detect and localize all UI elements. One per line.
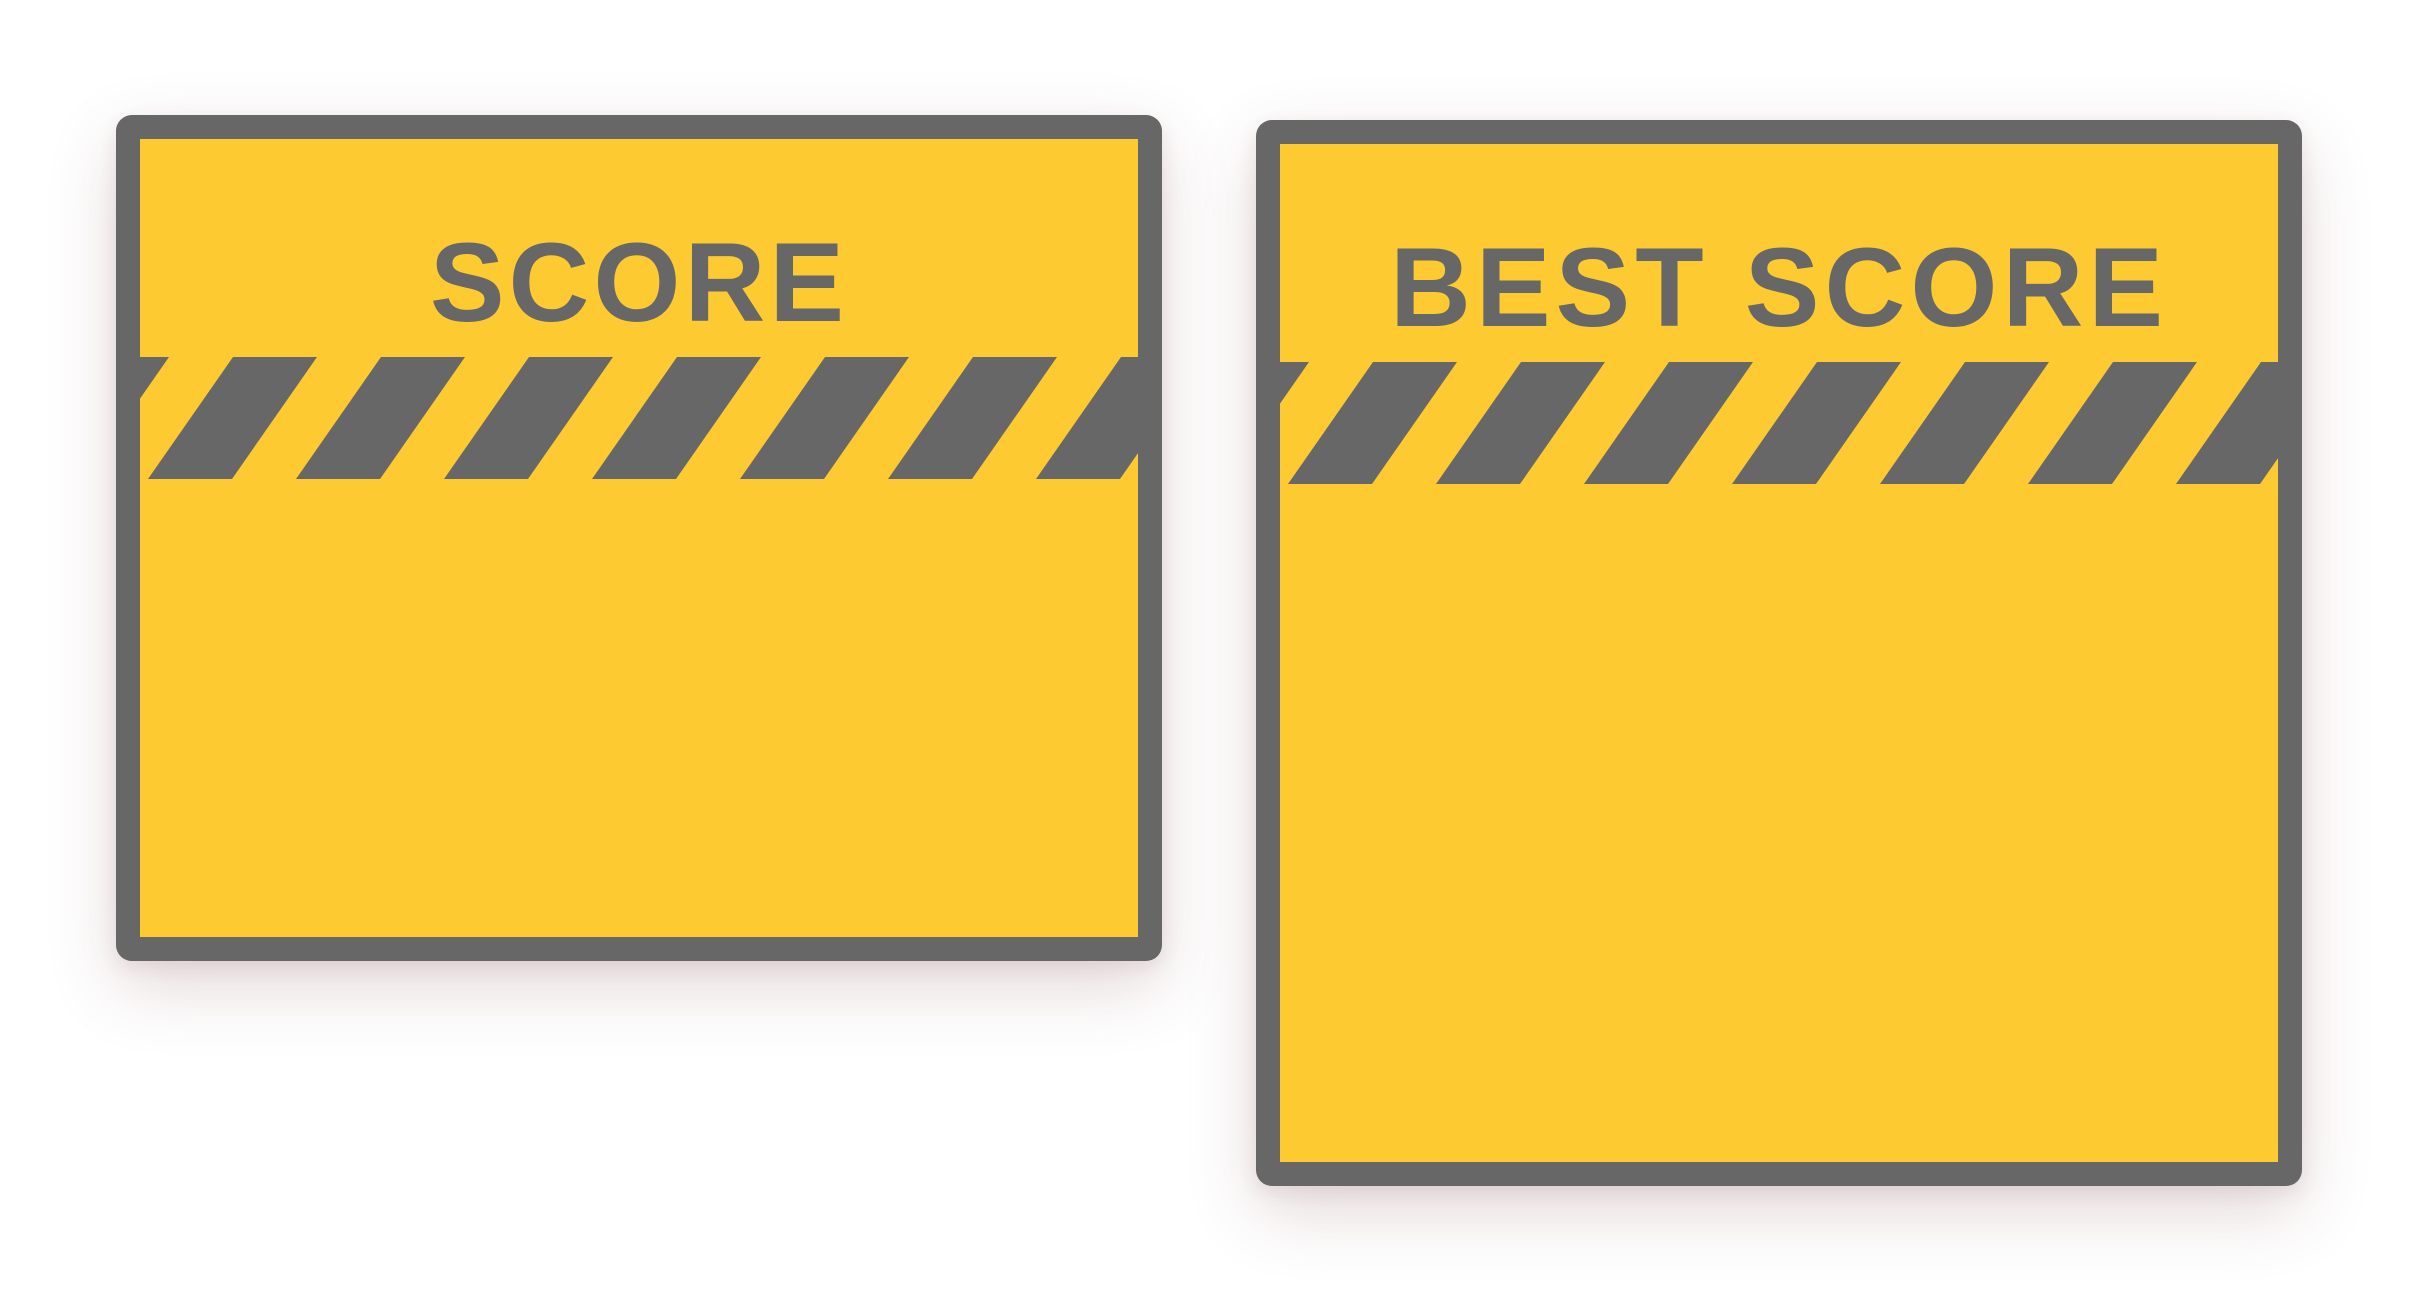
best-score-panel: BEST SCORE <box>1256 120 2302 1186</box>
score-panel: SCORE <box>116 115 1162 961</box>
hazard-stripe <box>2028 362 2197 484</box>
hazard-stripe <box>296 357 465 479</box>
hazard-stripe <box>2176 362 2278 484</box>
hazard-stripe <box>1732 362 1901 484</box>
best-score-label: BEST SCORE <box>1389 225 2169 350</box>
hazard-stripe <box>1036 357 1138 479</box>
hazard-stripe <box>1288 362 1457 484</box>
hazard-stripe-band <box>1280 362 2278 484</box>
hazard-stripe <box>592 357 761 479</box>
hazard-stripe <box>888 357 1057 479</box>
hazard-stripe <box>444 357 613 479</box>
hazard-stripe <box>1880 362 2049 484</box>
hazard-stripe-band <box>140 357 1138 479</box>
score-label: SCORE <box>429 220 849 345</box>
hazard-stripe <box>1584 362 1753 484</box>
hazard-stripe <box>1436 362 1605 484</box>
hazard-stripe <box>148 357 317 479</box>
hazard-stripe <box>740 357 909 479</box>
